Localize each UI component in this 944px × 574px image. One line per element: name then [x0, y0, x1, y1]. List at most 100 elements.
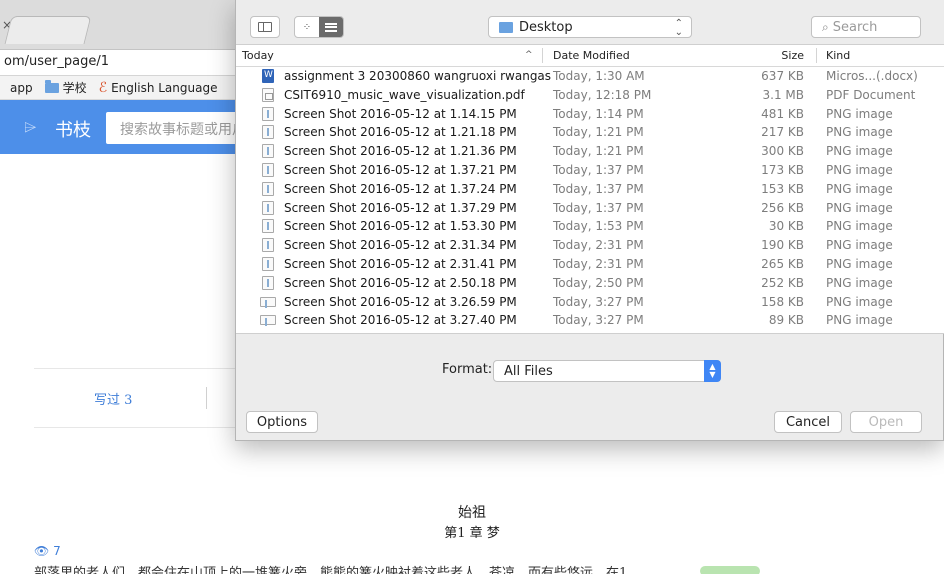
format-label: Format:: [442, 362, 493, 377]
file-kind: PNG image: [826, 238, 893, 253]
file-date: Today, 1:37 PM: [553, 181, 644, 196]
file-date: Today, 1:21 PM: [553, 125, 644, 140]
file-row[interactable]: Screen Shot 2016-05-12 at 2.31.41 PM Toda…: [236, 255, 944, 274]
file-date: Today, 2:31 PM: [553, 256, 644, 271]
site-search-placeholder: 搜索故事标题或用户: [120, 122, 246, 138]
file-name: Screen Shot 2016-05-12 at 1.14.15 PM: [284, 106, 517, 121]
file-kind: PDF Document: [826, 87, 916, 102]
format-select[interactable]: All Files ▲ ▼: [493, 360, 721, 382]
list-icon: [325, 22, 337, 32]
highlight-mark: [700, 566, 760, 574]
image-file-icon: [260, 296, 276, 308]
tab-written[interactable]: 写过 3: [94, 389, 132, 408]
file-kind: PNG image: [826, 125, 893, 140]
file-name: Screen Shot 2016-05-12 at 1.53.30 PM: [284, 219, 517, 234]
file-name: Screen Shot 2016-05-12 at 3.26.59 PM: [284, 294, 517, 309]
image-file-icon: [262, 256, 274, 271]
story-excerpt: 部落里的老人们，都会住在山顶上的一堆篝火旁，熊熊的篝火映衬着这些老人，苍凉，而有…: [34, 566, 628, 574]
file-row[interactable]: Screen Shot 2016-05-12 at 3.26.59 PM Toda…: [236, 293, 944, 312]
file-date: Today, 3:27 PM: [553, 294, 644, 309]
bookmark-label: 学校: [62, 81, 87, 95]
story-title[interactable]: 始祖: [0, 502, 944, 522]
open-button[interactable]: Open: [850, 411, 922, 433]
file-row[interactable]: Screen Shot 2016-05-12 at 1.53.30 PM Toda…: [236, 217, 944, 236]
file-name: Screen Shot 2016-05-12 at 2.50.18 PM: [284, 275, 517, 290]
bookmark-app[interactable]: app: [0, 81, 33, 95]
file-date: Today, 2:50 PM: [553, 275, 644, 290]
browser-tab[interactable]: [4, 16, 92, 44]
file-date: Today, 1:30 AM: [553, 69, 645, 83]
file-kind: PNG image: [826, 181, 893, 196]
list-view-button[interactable]: [319, 17, 343, 37]
image-file-icon: [262, 238, 274, 253]
icon-view-button[interactable]: ⁘: [295, 17, 319, 37]
file-name: Screen Shot 2016-05-12 at 1.37.29 PM: [284, 200, 517, 215]
file-row[interactable]: Screen Shot 2016-05-12 at 3.27.40 PM Toda…: [236, 311, 944, 330]
site-logo[interactable]: 书枝: [55, 116, 91, 142]
eye-icon: 👁: [34, 544, 50, 558]
file-row[interactable]: Screen Shot 2016-05-12 at 1.37.29 PM Toda…: [236, 199, 944, 218]
file-name: assignment 3 20300860 wangruoxi rwangas: [284, 69, 552, 83]
image-file-icon: [262, 275, 274, 290]
file-kind: PNG image: [826, 294, 893, 309]
file-date: Today, 1:37 PM: [553, 200, 644, 215]
search-placeholder: Search: [832, 19, 878, 35]
file-row[interactable]: Screen Shot 2016-05-12 at 1.37.21 PM Toda…: [236, 161, 944, 180]
format-value: All Files: [504, 364, 553, 379]
image-file-icon: [262, 219, 274, 234]
bookmark-label: app: [10, 80, 33, 95]
view-count-value: 7: [53, 544, 61, 558]
column-header-size[interactable]: Size: [781, 49, 804, 62]
file-date: Today, 1:21 PM: [553, 144, 644, 159]
file-size: 637 KB: [761, 69, 804, 83]
file-date: Today, 3:27 PM: [553, 313, 644, 328]
file-name: Screen Shot 2016-05-12 at 1.21.18 PM: [284, 125, 517, 140]
image-file-icon: [262, 162, 274, 177]
file-kind: PNG image: [826, 200, 893, 215]
column-header-date[interactable]: Date Modified: [553, 49, 630, 62]
file-size: 153 KB: [761, 181, 804, 196]
sidebar-icon: [258, 22, 272, 32]
options-button[interactable]: Options: [246, 411, 318, 433]
file-kind: PNG image: [826, 144, 893, 159]
file-date: Today, 12:18 PM: [553, 87, 652, 102]
file-row[interactable]: CSIT6910_music_wave_visualization.pdf Tod…: [236, 86, 944, 105]
sidebar-toggle-button[interactable]: [250, 16, 280, 38]
file-kind: Micros...(.docx): [826, 69, 918, 83]
folder-icon: [44, 79, 59, 93]
file-row[interactable]: Screen Shot 2016-05-12 at 1.21.36 PM Toda…: [236, 142, 944, 161]
file-row[interactable]: Screen Shot 2016-05-12 at 1.14.15 PM Toda…: [236, 105, 944, 124]
file-size: 252 KB: [761, 275, 804, 290]
dialog-search-input[interactable]: ⌕ Search: [811, 16, 921, 38]
file-date: Today, 1:53 PM: [553, 219, 644, 234]
address-text[interactable]: om/user_page/1: [4, 54, 109, 69]
bookmark-icon: ⌲: [24, 117, 37, 136]
view-count: 👁 7: [34, 544, 61, 558]
location-popup[interactable]: Desktop ⌃ ⌄: [488, 16, 692, 38]
image-file-icon: [262, 106, 274, 121]
file-row[interactable]: Screen Shot 2016-05-12 at 2.31.34 PM Toda…: [236, 236, 944, 255]
chapter-title: 第1 章 梦: [444, 526, 500, 541]
file-size: 481 KB: [761, 106, 804, 121]
file-kind: PNG image: [826, 106, 893, 121]
file-date: Today, 1:14 PM: [553, 106, 644, 121]
file-name: Screen Shot 2016-05-12 at 2.31.41 PM: [284, 256, 517, 271]
file-row[interactable]: assignment 3 20300860 wangruoxi rwangasT…: [236, 67, 944, 86]
updown-chevron-icon: ▲ ▼: [704, 360, 721, 382]
file-row[interactable]: Screen Shot 2016-05-12 at 2.50.18 PM Toda…: [236, 274, 944, 293]
cancel-button[interactable]: Cancel: [774, 411, 842, 433]
file-list: Today ^ Date Modified Size Kind assignme…: [236, 44, 944, 334]
file-row[interactable]: Screen Shot 2016-05-12 at 1.37.24 PM Toda…: [236, 180, 944, 199]
image-file-icon: [262, 181, 274, 196]
column-header-name[interactable]: Today: [242, 49, 274, 62]
image-file-icon: [262, 125, 274, 140]
site-search-input[interactable]: 搜索故事标题或用户: [106, 112, 256, 144]
column-header-kind[interactable]: Kind: [826, 49, 850, 62]
bookmark-school[interactable]: 学校: [44, 79, 87, 96]
file-row[interactable]: Screen Shot 2016-05-12 at 1.21.18 PM Toda…: [236, 123, 944, 142]
file-name: Screen Shot 2016-05-12 at 1.37.21 PM: [284, 162, 517, 177]
file-size: 300 KB: [761, 144, 804, 159]
file-date: Today, 1:37 PM: [553, 162, 644, 177]
bookmark-english-language[interactable]: ℰ English Language: [99, 80, 218, 96]
tab-divider: [206, 387, 207, 409]
